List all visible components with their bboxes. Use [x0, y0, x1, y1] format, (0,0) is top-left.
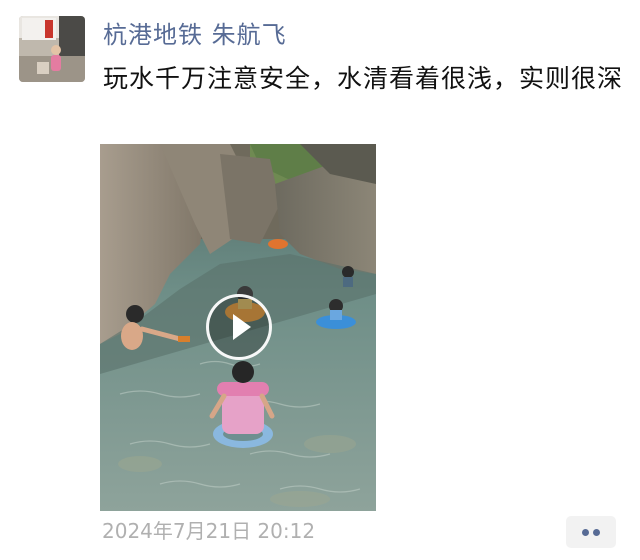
more-dots-icon — [593, 529, 600, 536]
post-timestamp: 2024年7月21日 20:12 — [102, 519, 316, 543]
moments-post: 杭港地铁 朱航飞 玩水千万注意安全，水清看着很浅，实则很深 2024年7月21日… — [0, 0, 640, 560]
video-thumbnail[interactable] — [100, 144, 376, 511]
post-text: 玩水千万注意安全，水清看着很浅，实则很深 — [103, 64, 624, 93]
play-button[interactable] — [206, 294, 272, 360]
avatar-image — [19, 16, 85, 82]
author-name[interactable]: 杭港地铁 朱航飞 — [103, 18, 287, 52]
play-icon — [233, 314, 251, 340]
avatar[interactable] — [19, 16, 85, 82]
more-dots-icon — [582, 529, 589, 536]
more-actions-button[interactable] — [566, 516, 616, 548]
